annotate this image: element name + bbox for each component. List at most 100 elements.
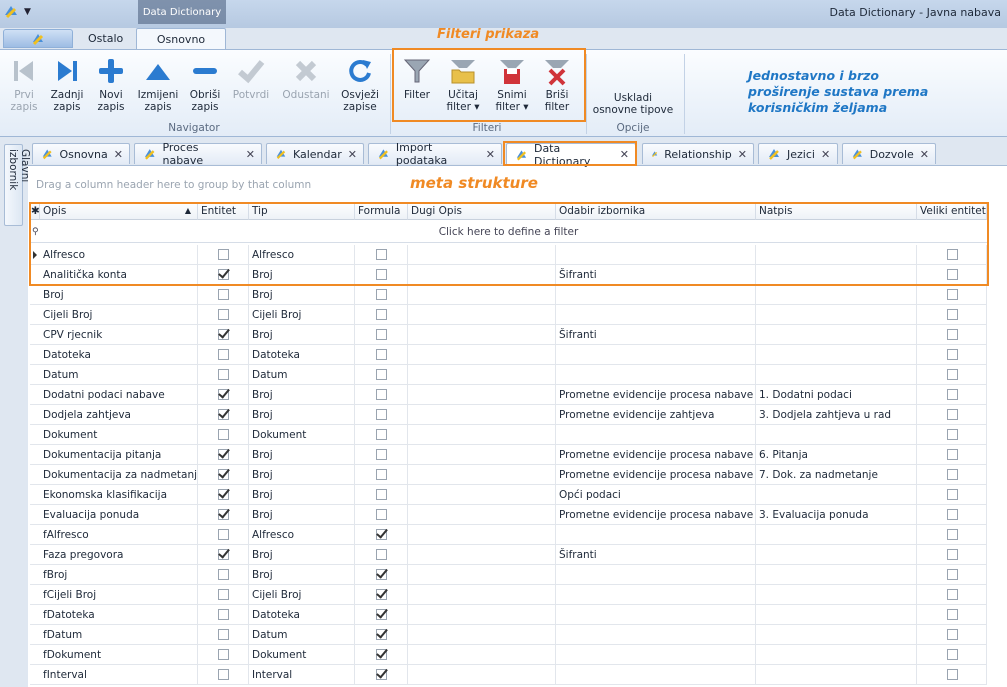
close-tab-icon[interactable]: ✕ <box>821 148 830 161</box>
entitet-checkbox[interactable] <box>218 329 229 340</box>
cell-natpis[interactable] <box>756 585 917 605</box>
veliki-checkbox[interactable] <box>947 409 958 420</box>
cell-dugi[interactable] <box>408 385 556 405</box>
cell-odabir[interactable]: Prometne evidencije procesa nabave <box>556 385 756 405</box>
formula-checkbox[interactable] <box>376 629 387 640</box>
cell-tip[interactable]: Datoteka <box>249 605 355 625</box>
cell-natpis[interactable] <box>756 665 917 685</box>
cell-tip[interactable]: Datum <box>249 365 355 385</box>
cell-natpis[interactable] <box>756 545 917 565</box>
table-row[interactable]: Broj Broj <box>30 285 987 305</box>
table-row[interactable]: Evaluacija ponuda Broj Prometne evidencije… <box>30 505 987 525</box>
group-by-panel-hint[interactable]: Drag a column header here to group by th… <box>36 179 311 191</box>
entitet-checkbox[interactable] <box>218 649 229 660</box>
cell-odabir[interactable] <box>556 345 756 365</box>
cell-dugi[interactable] <box>408 605 556 625</box>
veliki-checkbox[interactable] <box>947 309 958 320</box>
cell-natpis[interactable]: 3. Dodjela zahtjeva u rad <box>756 405 917 425</box>
veliki-checkbox[interactable] <box>947 649 958 660</box>
cell-tip[interactable]: Dokument <box>249 425 355 445</box>
tab-ostalo[interactable]: Ostalo <box>76 28 135 50</box>
entitet-checkbox[interactable] <box>218 409 229 420</box>
table-row[interactable]: fDatum Datum <box>30 625 987 645</box>
veliki-checkbox[interactable] <box>947 329 958 340</box>
entitet-checkbox[interactable] <box>218 469 229 480</box>
cell-natpis[interactable] <box>756 285 917 305</box>
cell-odabir[interactable] <box>556 425 756 445</box>
cell-opis[interactable]: Cijeli Broj <box>40 305 198 325</box>
cell-opis[interactable]: fBroj <box>40 565 198 585</box>
tab-proces-nabave[interactable]: Proces nabave ✕ <box>134 141 262 167</box>
table-row[interactable]: Dodjela zahtjeva Broj Prometne evidencije … <box>30 405 987 425</box>
entitet-checkbox[interactable] <box>218 629 229 640</box>
entitet-checkbox[interactable] <box>218 309 229 320</box>
table-row[interactable]: fAlfresco Alfresco <box>30 525 987 545</box>
entitet-checkbox[interactable] <box>218 349 229 360</box>
close-tab-icon[interactable]: ✕ <box>348 148 357 161</box>
cell-dugi[interactable] <box>408 665 556 685</box>
table-row[interactable]: fDatoteka Datoteka <box>30 605 987 625</box>
cell-natpis[interactable] <box>756 485 917 505</box>
cell-odabir[interactable] <box>556 665 756 685</box>
cell-odabir[interactable]: Prometne evidencije procesa nabave <box>556 505 756 525</box>
tab-osnovno[interactable]: Osnovno <box>136 28 226 50</box>
cell-dugi[interactable] <box>408 325 556 345</box>
entitet-checkbox[interactable] <box>218 489 229 500</box>
entitet-checkbox[interactable] <box>218 589 229 600</box>
cell-dugi[interactable] <box>408 425 556 445</box>
tab-relationship[interactable]: Relationship ✕ <box>642 143 754 164</box>
close-tab-icon[interactable]: ✕ <box>114 148 123 161</box>
veliki-checkbox[interactable] <box>947 469 958 480</box>
confirm-button[interactable]: Potvrdi <box>228 56 274 101</box>
cell-tip[interactable]: Broj <box>249 545 355 565</box>
table-row[interactable]: Dokumentacija pitanja Broj Prometne eviden… <box>30 445 987 465</box>
cell-dugi[interactable] <box>408 625 556 645</box>
entitet-checkbox[interactable] <box>218 369 229 380</box>
veliki-checkbox[interactable] <box>947 609 958 620</box>
veliki-checkbox[interactable] <box>947 549 958 560</box>
cell-tip[interactable]: Broj <box>249 445 355 465</box>
cell-opis[interactable]: Dokumentacija pitanja <box>40 445 198 465</box>
cell-natpis[interactable] <box>756 565 917 585</box>
first-record-button[interactable]: Prvi zapis <box>4 56 44 113</box>
cell-opis[interactable]: Dodatni podaci nabave <box>40 385 198 405</box>
edit-record-button[interactable]: Izmijeni zapis <box>134 56 182 113</box>
cell-tip[interactable]: Broj <box>249 505 355 525</box>
cell-dugi[interactable] <box>408 365 556 385</box>
cell-odabir[interactable] <box>556 565 756 585</box>
cell-dugi[interactable] <box>408 445 556 465</box>
refresh-records-button[interactable]: Osvježi zapise <box>336 56 384 113</box>
formula-checkbox[interactable] <box>376 289 387 300</box>
cell-dugi[interactable] <box>408 305 556 325</box>
entitet-checkbox[interactable] <box>218 609 229 620</box>
cell-dugi[interactable] <box>408 565 556 585</box>
formula-checkbox[interactable] <box>376 309 387 320</box>
cell-opis[interactable]: CPV rjecnik <box>40 325 198 345</box>
delete-record-button[interactable]: Obriši zapis <box>184 56 226 113</box>
cell-dugi[interactable] <box>408 525 556 545</box>
cell-odabir[interactable]: Prometne evidencije procesa nabave <box>556 465 756 485</box>
sidebar-main-menu-tab[interactable]: Glavni izbornik <box>4 144 31 226</box>
cell-odabir[interactable]: Prometne evidencije procesa nabave <box>556 445 756 465</box>
cell-odabir[interactable] <box>556 285 756 305</box>
cell-dugi[interactable] <box>408 505 556 525</box>
cell-tip[interactable]: Broj <box>249 565 355 585</box>
table-row[interactable]: CPV rjecnik Broj Šifranti <box>30 325 987 345</box>
table-row[interactable]: Dokument Dokument <box>30 425 987 445</box>
formula-checkbox[interactable] <box>376 409 387 420</box>
cell-natpis[interactable]: 7. Dok. za nadmetanje <box>756 465 917 485</box>
table-row[interactable]: fCijeli Broj Cijeli Broj <box>30 585 987 605</box>
cell-dugi[interactable] <box>408 345 556 365</box>
entitet-checkbox[interactable] <box>218 389 229 400</box>
formula-checkbox[interactable] <box>376 589 387 600</box>
cell-opis[interactable]: fInterval <box>40 665 198 685</box>
tab-import-podataka[interactable]: Import podataka ✕ <box>368 141 502 167</box>
formula-checkbox[interactable] <box>376 609 387 620</box>
cell-odabir[interactable]: Šifranti <box>556 545 756 565</box>
entitet-checkbox[interactable] <box>218 429 229 440</box>
cell-dugi[interactable] <box>408 485 556 505</box>
cell-natpis[interactable] <box>756 425 917 445</box>
cell-tip[interactable]: Broj <box>249 485 355 505</box>
veliki-checkbox[interactable] <box>947 569 958 580</box>
formula-checkbox[interactable] <box>376 429 387 440</box>
